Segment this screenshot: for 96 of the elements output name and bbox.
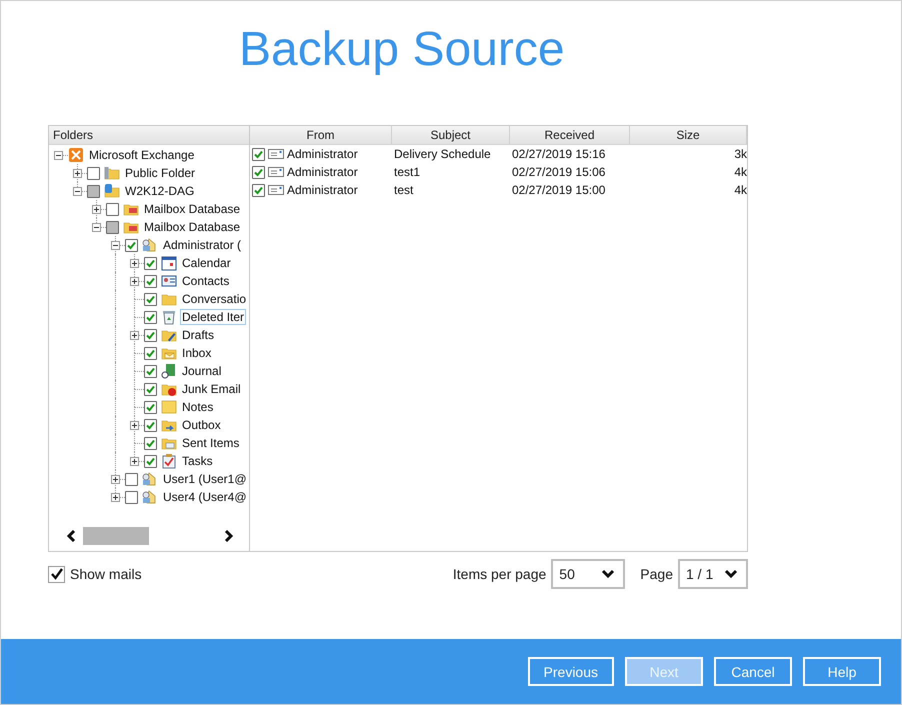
table-cell-text: 02/27/2019 15:06: [511, 164, 606, 181]
tree-item[interactable]: Deleted Iter: [180, 309, 246, 325]
tree-item[interactable]: Journal: [180, 363, 224, 379]
column-header[interactable]: Subject: [392, 126, 510, 144]
field-label: Page: [640, 566, 673, 582]
checkbox[interactable]: [144, 346, 157, 360]
table-cell-text: 4k: [733, 182, 747, 199]
table-cell-text: 02/27/2019 15:16: [511, 146, 606, 163]
tree-item[interactable]: Outbox: [180, 417, 223, 433]
checkbox[interactable]: [125, 238, 138, 252]
column-header[interactable]: Size: [630, 126, 747, 144]
checkbox[interactable]: [144, 328, 157, 342]
field-label: Items per page: [452, 566, 546, 582]
table-cell-text: Administrator: [287, 182, 358, 199]
table-cell-text: test1: [393, 164, 422, 181]
checkbox[interactable]: [144, 310, 157, 324]
envelope-icon: [268, 184, 284, 196]
expander-icon[interactable]: [92, 205, 101, 214]
page-dropdown[interactable]: 1 / 1: [678, 559, 748, 589]
column-header[interactable]: From: [250, 126, 392, 144]
expander-icon[interactable]: [73, 169, 82, 178]
checkbox[interactable]: [48, 566, 65, 582]
table-cell-text: 02/27/2019 15:00: [511, 182, 606, 199]
checkbox-label: Show mails: [70, 566, 142, 582]
envelope-icon: [268, 148, 284, 160]
checkbox[interactable]: [125, 490, 138, 504]
scroll-left-icon[interactable]: [67, 530, 77, 542]
tree-item[interactable]: W2K12-DAG: [123, 183, 196, 199]
tree-item[interactable]: Drafts: [180, 327, 216, 343]
expander-icon[interactable]: [111, 475, 120, 484]
tree-item[interactable]: Microsoft Exchange: [87, 147, 196, 163]
tree-item[interactable]: User4 (User4@: [161, 489, 249, 505]
checkbox[interactable]: [252, 166, 265, 178]
table-cell-text: 3k: [733, 146, 747, 163]
tree-item[interactable]: Calendar: [180, 255, 233, 271]
clipboard-icon: [161, 453, 177, 469]
checkbox[interactable]: [144, 418, 157, 432]
expander-icon[interactable]: [54, 151, 63, 160]
tree-item[interactable]: Mailbox Database: [142, 201, 242, 217]
checkbox[interactable]: [144, 400, 157, 414]
checkbox[interactable]: [144, 436, 157, 450]
expander-icon[interactable]: [130, 457, 139, 466]
checkbox[interactable]: [144, 382, 157, 396]
checkbox[interactable]: [144, 292, 157, 306]
tree-item[interactable]: Mailbox Database: [142, 219, 242, 235]
table-cell-text: Delivery Schedule: [393, 146, 492, 163]
tree-item[interactable]: Administrator (: [161, 237, 244, 253]
column-header: Folders: [49, 126, 249, 145]
user-house-icon: [142, 489, 158, 505]
note-icon: [161, 399, 177, 415]
tree-item[interactable]: Junk Email: [180, 381, 243, 397]
checkbox[interactable]: [144, 274, 157, 288]
expander-icon[interactable]: [92, 223, 101, 232]
calendar-icon: [161, 255, 177, 271]
journal-icon: [161, 363, 177, 379]
expander-icon[interactable]: [130, 259, 139, 268]
tree-item[interactable]: Tasks: [180, 453, 215, 469]
expander-icon[interactable]: [130, 421, 139, 430]
items-per-page-dropdown[interactable]: 50: [551, 559, 626, 589]
checkbox[interactable]: [252, 148, 265, 160]
checkbox[interactable]: [144, 256, 157, 270]
table-cell-text: Administrator: [287, 146, 358, 163]
expander-icon[interactable]: [111, 241, 120, 250]
tree-item[interactable]: Contacts: [180, 273, 232, 289]
grid-tile-icon: [68, 147, 84, 163]
envelope-icon: [268, 166, 284, 178]
checkbox[interactable]: [106, 202, 119, 216]
column-header[interactable]: Received: [510, 126, 630, 144]
checkbox[interactable]: [144, 364, 157, 378]
checkbox[interactable]: [144, 454, 157, 468]
page-title: Backup Source: [239, 22, 566, 78]
checkbox[interactable]: [125, 472, 138, 486]
scroll-right-icon[interactable]: [223, 530, 233, 542]
tree-item[interactable]: Sent Items: [180, 435, 242, 451]
tree-item[interactable]: Inbox: [180, 345, 214, 361]
table-cell-text: Administrator: [287, 164, 358, 181]
trash-icon: [161, 309, 177, 325]
table-cell-text: 4k: [733, 164, 747, 181]
chevron-down-icon: [724, 569, 738, 579]
tree-item[interactable]: Notes: [180, 399, 216, 415]
checkbox[interactable]: [87, 166, 100, 180]
tree-item[interactable]: User1 (User1@: [161, 471, 249, 487]
chevron-down-icon: [601, 569, 616, 579]
expander-icon[interactable]: [130, 277, 139, 286]
tree-item[interactable]: Conversatio: [180, 291, 248, 307]
contact-card-icon: [161, 273, 177, 289]
expander-icon[interactable]: [130, 331, 139, 340]
user-house-icon: [142, 237, 158, 253]
server-folder-icon: [104, 165, 120, 181]
checkbox[interactable]: [252, 184, 265, 196]
expander-icon[interactable]: [111, 493, 120, 502]
expander-icon[interactable]: [73, 187, 82, 196]
database-folder-icon: [104, 183, 120, 199]
user-house-icon: [142, 471, 158, 487]
tree-item[interactable]: Public Folder: [123, 165, 198, 181]
table-cell-text: test: [393, 182, 414, 199]
